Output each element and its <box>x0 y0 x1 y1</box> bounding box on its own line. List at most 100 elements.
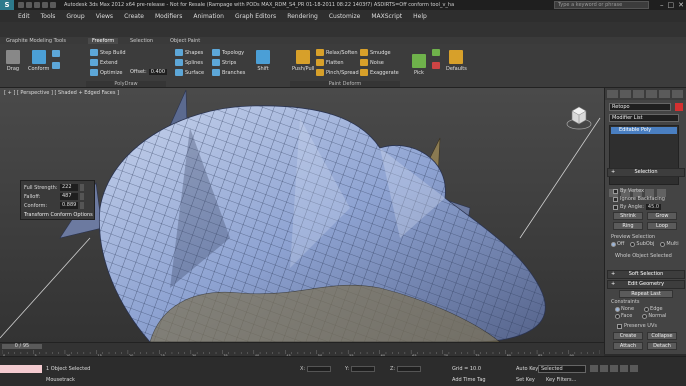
noise-button[interactable]: Noise <box>360 59 384 66</box>
attach-button[interactable]: Attach <box>613 342 643 350</box>
close-icon[interactable]: ✕ <box>678 0 684 10</box>
create-tab-icon[interactable] <box>607 90 618 98</box>
key-mode-dropdown[interactable]: Selected <box>538 365 586 373</box>
x-field[interactable] <box>307 366 332 372</box>
viewcube-icon[interactable] <box>566 104 592 130</box>
menu-graph-editors[interactable]: Graph Editors <box>235 13 276 20</box>
menu-group[interactable]: Group <box>66 13 84 20</box>
preview-subobj-radio[interactable]: SubObj <box>630 241 654 247</box>
surface-button[interactable]: Surface <box>175 69 204 76</box>
search-input[interactable]: Type a keyword or phrase <box>554 1 649 9</box>
transform-conform-options[interactable]: Transform Conform Options <box>24 212 93 218</box>
falloff-spinner[interactable] <box>80 193 84 200</box>
exaggerate-button[interactable]: Exaggerate <box>360 69 399 76</box>
key-filters-button[interactable]: Key Filters... <box>546 377 576 383</box>
full-strength-spinner[interactable] <box>80 184 84 191</box>
by-angle-option[interactable]: By Angle: 45.0 <box>613 204 662 210</box>
splines-button[interactable]: Splines <box>175 59 203 66</box>
smudge-button[interactable]: Smudge <box>360 49 391 56</box>
menu-tools[interactable]: Tools <box>41 13 56 20</box>
previous-frame-icon[interactable] <box>600 365 608 372</box>
z-field[interactable] <box>397 366 422 372</box>
menu-modifiers[interactable]: Modifiers <box>155 13 182 20</box>
rollout-selection[interactable]: Selection <box>607 168 685 177</box>
extend-button[interactable]: Extend <box>90 59 118 66</box>
stack-item-editable-poly[interactable]: Editable Poly <box>611 127 677 134</box>
detach-button[interactable]: Detach <box>647 342 677 350</box>
constraint-normal-radio[interactable]: Normal <box>642 313 666 319</box>
rollout-edit-geometry[interactable]: Edit Geometry <box>607 280 685 289</box>
preview-multi-radio[interactable]: Multi <box>660 241 679 247</box>
loop-button[interactable]: Loop <box>647 222 677 230</box>
time-slider[interactable]: 0 / 95 <box>2 344 42 349</box>
object-name-field[interactable]: Retopo <box>609 103 671 111</box>
shrink-button[interactable]: Shrink <box>613 212 643 220</box>
viewport-label[interactable]: [ + ] [ Perspective ] [ Shaded + Edged F… <box>4 90 119 96</box>
set-key-button[interactable]: Set Key <box>516 377 535 383</box>
constraint-edge-radio[interactable]: Edge <box>644 306 663 312</box>
grow-button[interactable]: Grow <box>647 212 677 220</box>
flatten-button[interactable]: Flatten <box>316 59 344 66</box>
conform-tool-1-icon[interactable] <box>52 50 60 57</box>
collapse-button[interactable]: Collapse <box>647 332 677 340</box>
auto-key-button[interactable]: Auto Key <box>516 366 538 372</box>
ignore-backfacing-option[interactable]: Ignore Backfacing <box>613 196 665 202</box>
next-frame-icon[interactable] <box>620 365 628 372</box>
motion-tab-icon[interactable] <box>646 90 657 98</box>
constraint-face-radio[interactable]: Face <box>615 313 632 319</box>
relax-soften-button[interactable]: Relax/Soften <box>316 49 358 56</box>
maximize-icon[interactable]: □ <box>668 0 675 10</box>
menu-create[interactable]: Create <box>124 13 144 20</box>
full-strength-field[interactable]: 222 <box>60 184 78 191</box>
menu-rendering[interactable]: Rendering <box>287 13 318 20</box>
go-to-end-icon[interactable] <box>630 365 638 372</box>
hierarchy-tab-icon[interactable] <box>633 90 644 98</box>
create-button[interactable]: Create <box>613 332 643 340</box>
menu-edit[interactable]: Edit <box>18 13 30 20</box>
strips-button[interactable]: Strips <box>212 59 236 66</box>
go-to-start-icon[interactable] <box>590 365 598 372</box>
timeline[interactable]: 0 / 95 051015202530354045505560657075808… <box>0 342 604 357</box>
maxscript-listener[interactable] <box>0 365 42 373</box>
open-file-icon[interactable] <box>26 2 32 8</box>
optimize-button[interactable]: Optimize <box>90 69 122 76</box>
minimize-icon[interactable]: – <box>660 0 664 10</box>
step-build-button[interactable]: Step Build <box>90 49 126 56</box>
play-icon[interactable] <box>610 365 618 372</box>
app-logo[interactable]: S <box>0 0 14 10</box>
object-color-swatch[interactable] <box>675 103 683 111</box>
falloff-field[interactable]: 487 <box>60 193 78 200</box>
conform-tool-2-icon[interactable] <box>52 62 60 69</box>
menu-help[interactable]: Help <box>413 13 427 20</box>
utilities-tab-icon[interactable] <box>672 90 683 98</box>
topology-button[interactable]: Topology <box>212 49 244 56</box>
by-vertex-option[interactable]: By Vertex <box>613 188 644 194</box>
shift-button[interactable]: Shift <box>256 50 270 72</box>
menu-customize[interactable]: Customize <box>329 13 361 20</box>
push-pull-button[interactable]: Push/Pull <box>292 50 314 72</box>
menu-animation[interactable]: Animation <box>193 13 224 20</box>
branches-button[interactable]: Branches <box>212 69 245 76</box>
cancel-icon[interactable] <box>432 62 440 69</box>
checkmark-icon[interactable] <box>432 49 440 56</box>
conform-field[interactable]: 0.889 <box>60 202 78 209</box>
rollout-soft-selection[interactable]: Soft Selection <box>607 270 685 279</box>
conform-button[interactable]: Conform <box>28 50 49 72</box>
conform-spinner[interactable] <box>80 202 84 209</box>
modifier-list-dropdown[interactable]: Modifier List <box>609 114 679 122</box>
preserve-uvs-option[interactable]: Preserve UVs <box>617 323 657 329</box>
shapes-button[interactable]: Shapes <box>175 49 203 56</box>
modify-tab-icon[interactable] <box>620 90 631 98</box>
preview-off-radio[interactable]: Off <box>611 241 624 247</box>
y-field[interactable] <box>351 366 376 372</box>
undo-icon[interactable] <box>42 2 48 8</box>
defaults-button[interactable]: Defaults <box>446 50 467 72</box>
display-tab-icon[interactable] <box>659 90 670 98</box>
redo-icon[interactable] <box>50 2 56 8</box>
save-file-icon[interactable] <box>34 2 40 8</box>
menu-views[interactable]: Views <box>96 13 113 20</box>
ring-button[interactable]: Ring <box>613 222 643 230</box>
pinch-spread-button[interactable]: Pinch/Spread <box>316 69 359 76</box>
offset-spinner[interactable]: Offset: 0.400 <box>130 69 168 75</box>
new-file-icon[interactable] <box>18 2 24 8</box>
